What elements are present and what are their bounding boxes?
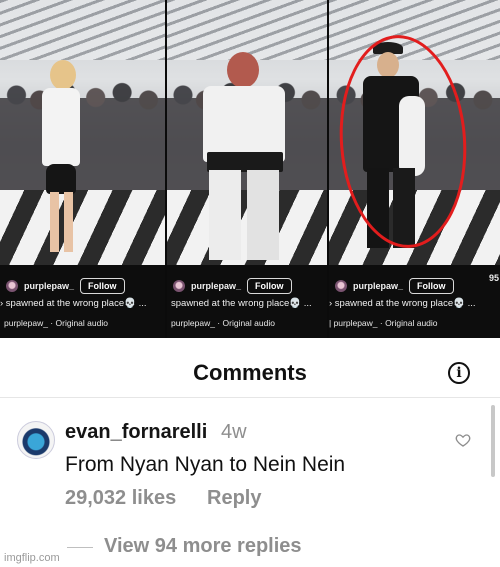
- video-caption[interactable]: › spawned at the wrong place💀 ...: [0, 298, 147, 309]
- avatar[interactable]: [17, 421, 55, 459]
- side-count: 95: [488, 273, 499, 283]
- heart-icon[interactable]: [455, 432, 471, 448]
- audio-label[interactable]: purplepaw_ · Original audio: [171, 318, 275, 328]
- creator-name[interactable]: purplepaw_: [353, 281, 403, 291]
- creator-avatar[interactable]: [6, 280, 18, 292]
- comments-header: Comments i: [0, 352, 500, 396]
- audio-label[interactable]: purplepaw_ · Original audio: [4, 318, 108, 328]
- comment-username[interactable]: evan_fornarelli: [65, 421, 207, 444]
- video-info-overlay: purplepaw_ Follow › spawned at the wrong…: [0, 265, 165, 338]
- view-replies-button[interactable]: View 94 more replies: [104, 535, 302, 558]
- follow-button[interactable]: Follow: [247, 278, 292, 294]
- video-frames-strip: purplepaw_ Follow › spawned at the wrong…: [0, 0, 500, 338]
- like-count[interactable]: 29,032 likes: [65, 487, 176, 510]
- video-scene: [167, 0, 327, 265]
- video-scene: [0, 0, 165, 265]
- info-icon[interactable]: i: [448, 362, 470, 384]
- replies-divider: [67, 547, 93, 548]
- reply-button[interactable]: Reply: [207, 487, 261, 510]
- video-frame-1[interactable]: purplepaw_ Follow › spawned at the wrong…: [0, 0, 165, 338]
- video-caption[interactable]: spawned at the wrong place💀 ...: [171, 298, 312, 309]
- creator-avatar[interactable]: [173, 280, 185, 292]
- video-scene: [329, 0, 500, 265]
- divider: [0, 397, 500, 398]
- audio-label[interactable]: | purplepaw_ · Original audio: [329, 318, 438, 328]
- video-info-overlay: purplepaw_ Follow 95 › spawned at the wr…: [329, 265, 500, 338]
- creator-name[interactable]: purplepaw_: [191, 281, 241, 291]
- comment-timestamp: 4w: [221, 421, 247, 443]
- comment-text: From Nyan Nyan to Nein Nein: [65, 453, 346, 476]
- comments-title: Comments: [193, 360, 307, 385]
- follow-button[interactable]: Follow: [409, 278, 454, 294]
- video-info-overlay: purplepaw_ Follow spawned at the wrong p…: [167, 265, 327, 338]
- video-caption[interactable]: › spawned at the wrong place💀 ...: [329, 298, 476, 309]
- video-frame-2[interactable]: purplepaw_ Follow spawned at the wrong p…: [167, 0, 327, 338]
- creator-name[interactable]: purplepaw_: [24, 281, 74, 291]
- follow-button[interactable]: Follow: [80, 278, 125, 294]
- video-frame-3[interactable]: purplepaw_ Follow 95 › spawned at the wr…: [329, 0, 500, 338]
- scrollbar[interactable]: [491, 405, 495, 477]
- watermark: imgflip.com: [4, 552, 60, 564]
- creator-avatar[interactable]: [335, 280, 347, 292]
